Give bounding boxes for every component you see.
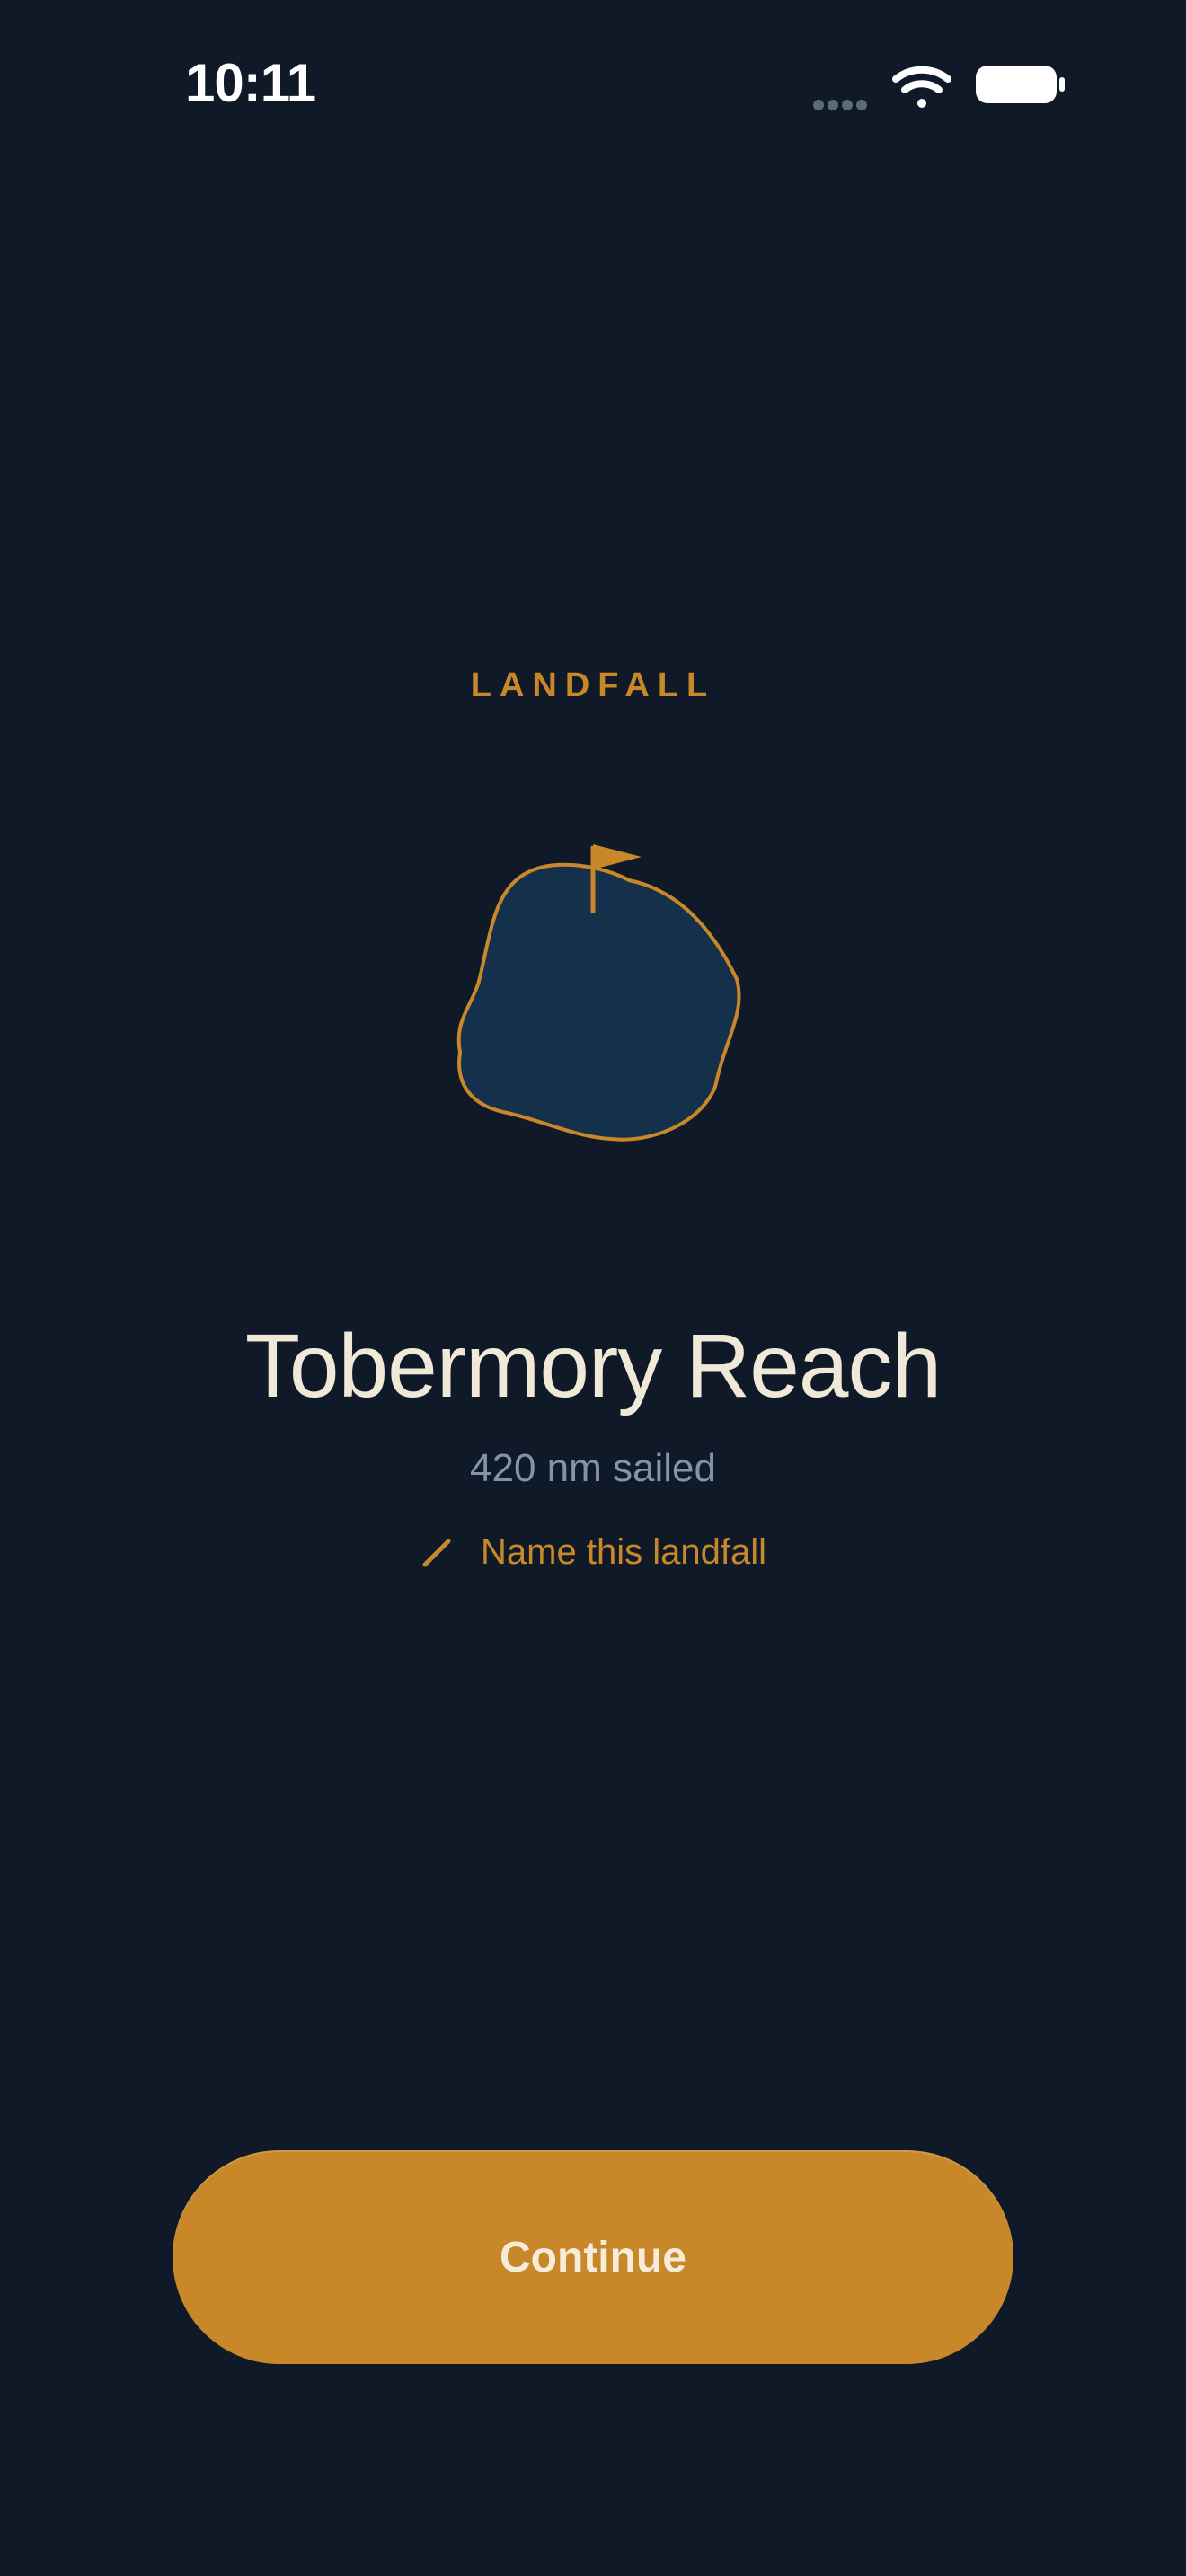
status-bar: 10:11 — [0, 0, 1186, 171]
continue-label: Continue — [500, 2233, 686, 2281]
status-icons — [813, 66, 1065, 110]
status-time: 10:11 — [185, 53, 316, 113]
name-landfall-button[interactable]: Name this landfall — [404, 1523, 782, 1581]
name-landfall-label: Name this landfall — [481, 1531, 766, 1572]
battery-icon — [976, 66, 1065, 103]
distance-sailed: 420 nm sailed — [470, 1446, 716, 1490]
flag-pennant — [593, 844, 642, 869]
island-shape — [456, 862, 741, 1142]
cellular-signal-icon — [813, 100, 867, 110]
landfall-eyebrow: LANDFALL — [470, 666, 716, 704]
pencil-icon — [422, 1539, 451, 1567]
island-flag-icon — [456, 844, 741, 1142]
continue-button[interactable]: Continue — [173, 2150, 1013, 2364]
wifi-icon — [892, 66, 951, 108]
landfall-title: Tobermory Reach — [244, 1316, 942, 1416]
